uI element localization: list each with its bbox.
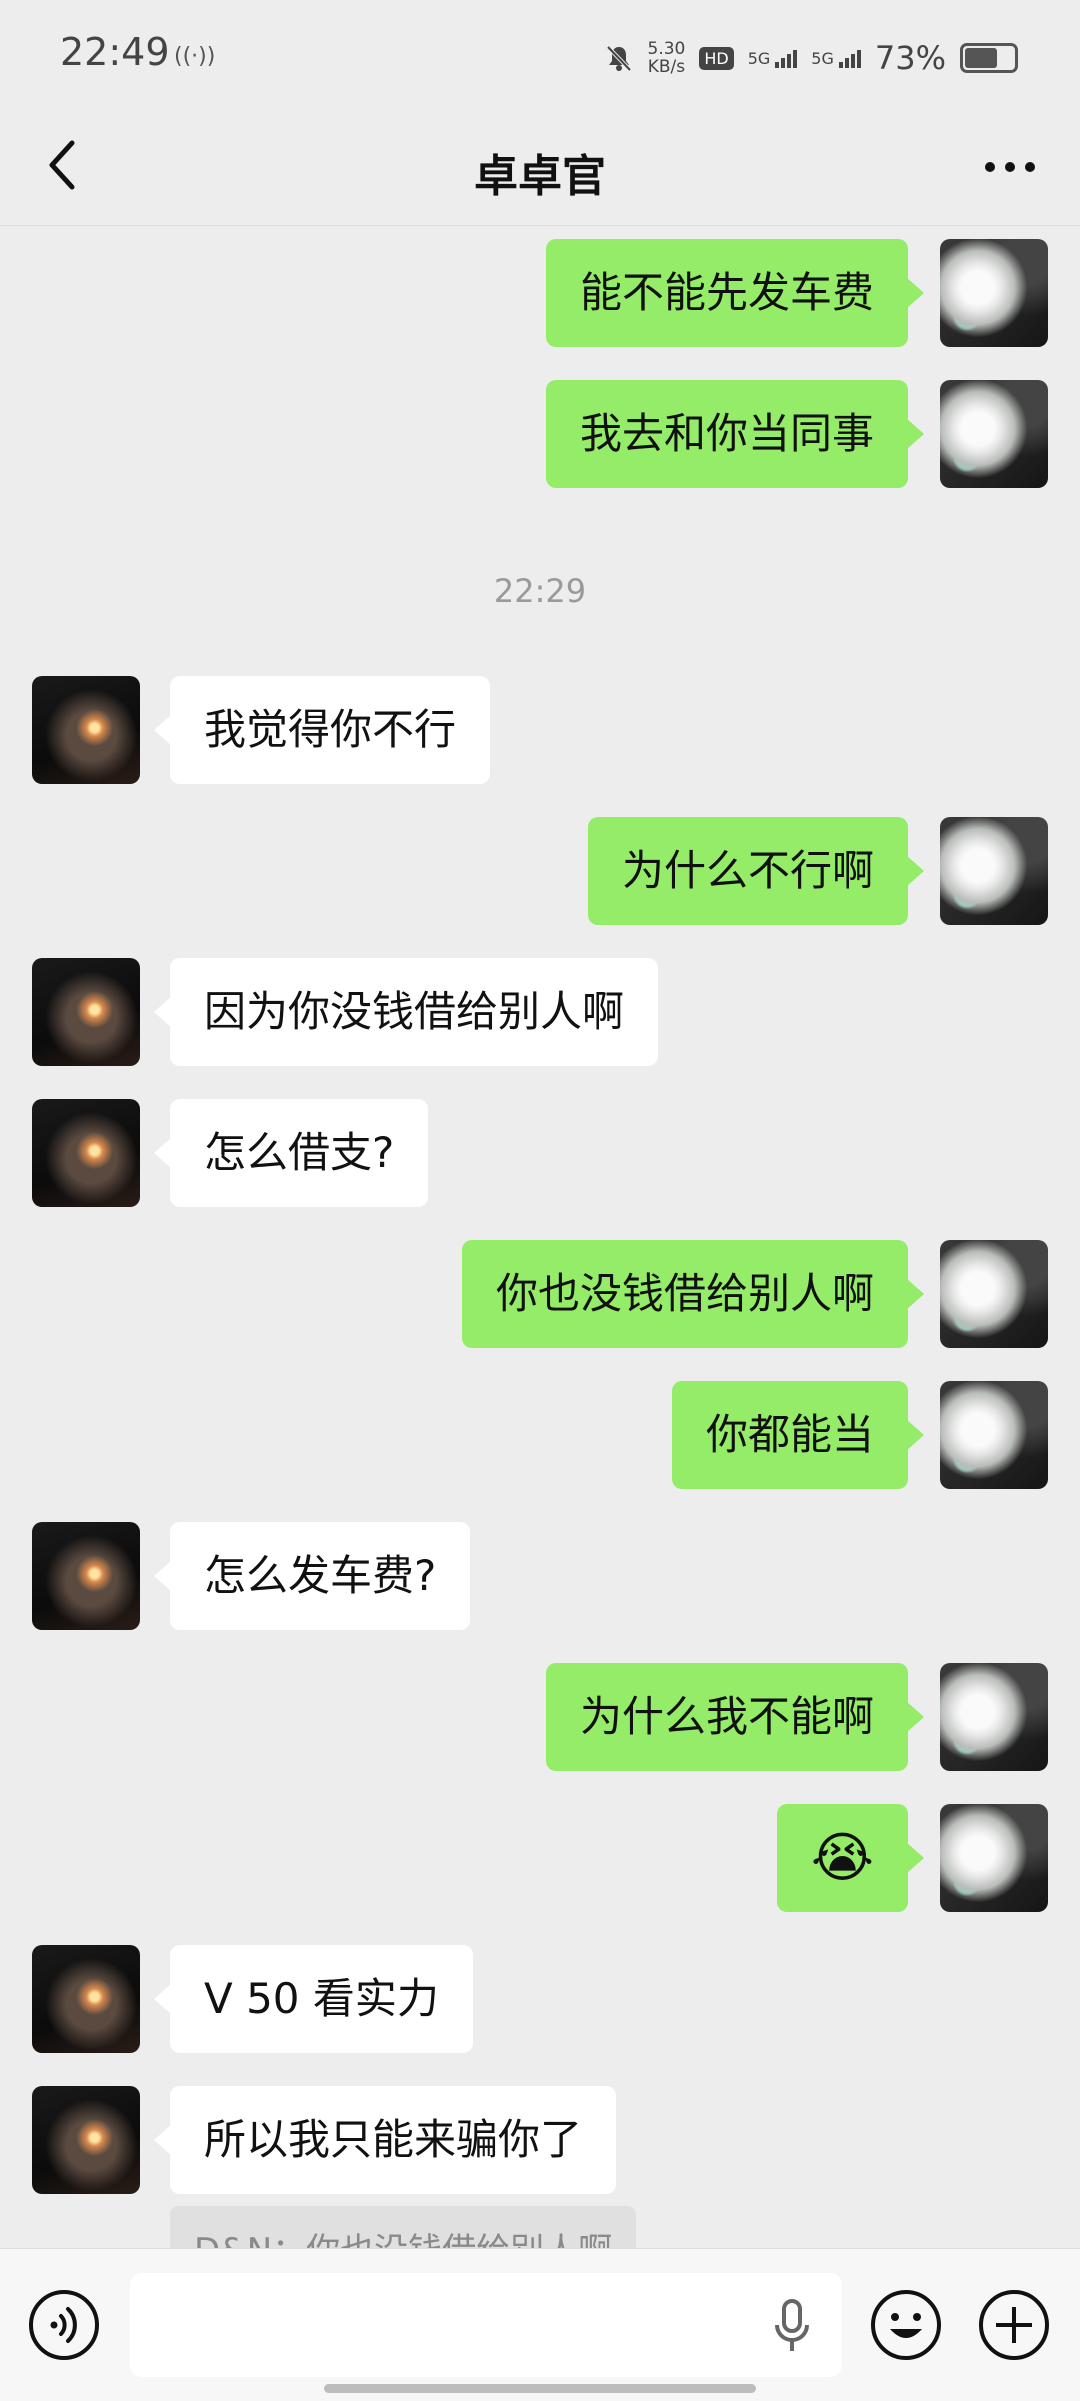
emoji-icon[interactable] <box>870 2289 942 2361</box>
battery-percent: 73% <box>874 39 946 77</box>
hd-badge: HD <box>699 46 734 70</box>
my-avatar[interactable] <box>940 1663 1048 1771</box>
sim1-signal: 5G <box>748 49 798 68</box>
battery-icon <box>960 43 1018 73</box>
quoted-reply[interactable]: D&N：你也没钱借给别人啊 <box>170 2206 637 2248</box>
message-bubble[interactable]: 我觉得你不行 <box>153 676 491 784</box>
contact-avatar[interactable] <box>32 1945 140 2053</box>
crying-emoji-message[interactable]: 😭 <box>776 1804 925 1912</box>
my-avatar[interactable] <box>940 1381 1048 1489</box>
message-bubble[interactable]: 为什么不行啊 <box>587 817 925 925</box>
my-avatar[interactable] <box>940 1240 1048 1348</box>
message-bubble[interactable]: 为什么我不能啊 <box>545 1663 925 1771</box>
plus-icon[interactable] <box>978 2289 1050 2361</box>
message-input[interactable] <box>130 2273 842 2377</box>
message-bubble[interactable]: 怎么发车费? <box>153 1522 471 1630</box>
message-bubble[interactable]: 我去和你当同事 <box>545 380 925 488</box>
message-bubble[interactable]: 能不能先发车费 <box>545 239 925 347</box>
message-bubble[interactable]: 所以我只能来骗你了 <box>153 2086 617 2194</box>
voice-icon[interactable] <box>28 2289 100 2361</box>
input-bar <box>0 2248 1080 2401</box>
chat-header: 卓卓官 <box>0 110 1080 226</box>
contact-avatar[interactable] <box>32 958 140 1066</box>
message-bubble[interactable]: 你也没钱借给别人啊 <box>461 1240 925 1348</box>
status-bar: 22:49 ((·)) 5.30 KB/s HD 5G 5G 73% <box>0 0 1080 110</box>
message-bubble[interactable]: 你都能当 <box>671 1381 925 1489</box>
sim1-label: 5G <box>747 48 771 68</box>
message-bubble[interactable]: 因为你没钱借给别人啊 <box>153 958 659 1066</box>
signal-bars-icon <box>838 49 861 68</box>
contact-avatar[interactable] <box>32 1522 140 1630</box>
home-indicator[interactable] <box>324 2384 756 2393</box>
more-dots-icon[interactable] <box>980 152 1040 182</box>
message-bubble[interactable]: 怎么借支? <box>153 1099 429 1207</box>
signal-bars-icon <box>775 49 798 68</box>
signal-wave-icon: ((·)) <box>174 44 216 69</box>
my-avatar[interactable] <box>940 817 1048 925</box>
message-timestamp: 22:29 <box>493 572 587 610</box>
mute-bell-icon <box>606 45 631 72</box>
my-avatar[interactable] <box>940 239 1048 347</box>
contact-avatar[interactable] <box>32 676 140 784</box>
status-time: 22:49 <box>60 30 170 74</box>
my-avatar[interactable] <box>940 1804 1048 1912</box>
contact-avatar[interactable] <box>32 2086 140 2194</box>
mic-icon[interactable] <box>770 2297 814 2357</box>
sim2-signal: 5G <box>811 49 861 68</box>
chat-title: 卓卓官 <box>474 151 606 202</box>
sim2-label: 5G <box>811 48 834 68</box>
message-bubble[interactable]: V 50 看实力 <box>154 1945 473 2053</box>
contact-avatar[interactable] <box>32 1099 140 1207</box>
net-speed-value: 5.30 <box>647 39 686 59</box>
my-avatar[interactable] <box>940 380 1048 488</box>
chat-messages[interactable]: 能不能先发车费 我去和你当同事 22:29 我觉得你不行 为什么不行啊 因为你没… <box>0 226 1080 2248</box>
net-speed-unit: KB/s <box>647 57 686 77</box>
network-speed: 5.30 KB/s <box>648 40 686 76</box>
